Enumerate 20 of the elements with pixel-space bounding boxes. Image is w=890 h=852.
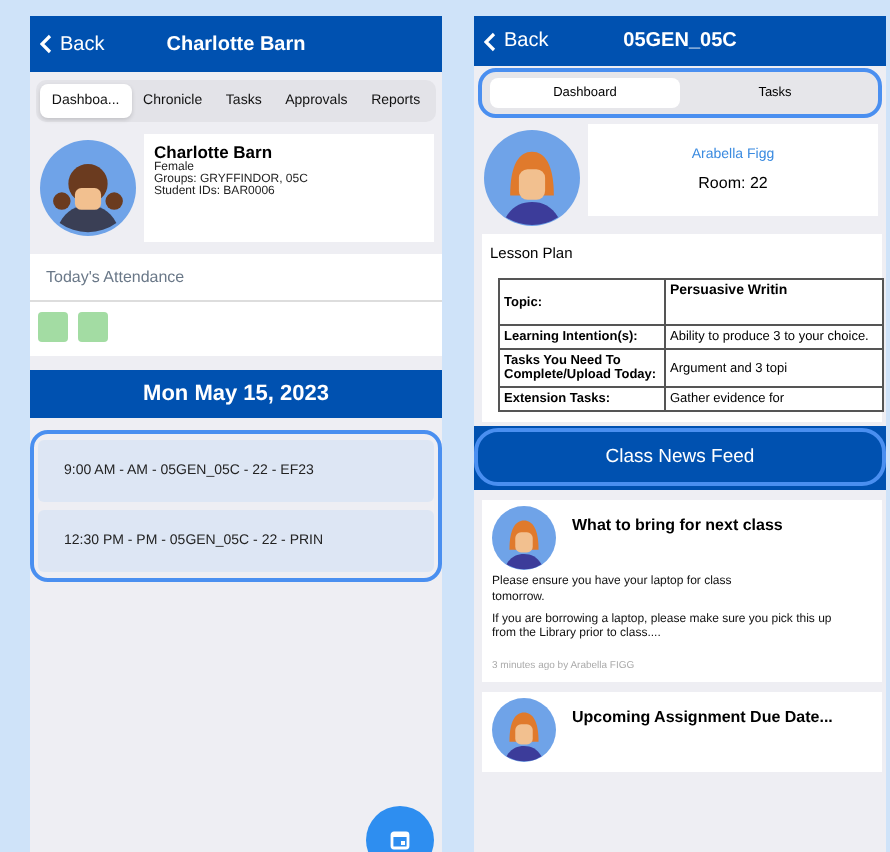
- post-title: Upcoming Assignment Due Date...: [572, 708, 833, 727]
- date-bar: Mon May 15, 2023: [30, 370, 442, 418]
- news-post-card[interactable]: [482, 500, 882, 683]
- room-text: Room: 22: [698, 174, 768, 192]
- calendar-icon: [390, 830, 410, 850]
- avatar-icon: [492, 698, 556, 763]
- student-name: Charlotte Barn: [154, 142, 275, 162]
- chevron-left-icon: [484, 31, 496, 51]
- news-post-card[interactable]: Upcoming Assignment Due Date...: [482, 692, 882, 773]
- screen-title: Charlotte Barn: [166, 33, 306, 55]
- chevron-left-icon: [40, 34, 52, 54]
- avatar-icon: [492, 506, 556, 570]
- avatar-icon: [484, 130, 580, 226]
- attendance-heading: Today's Attendance: [30, 254, 442, 302]
- back-button[interactable]: Back: [30, 33, 105, 55]
- post-title: What to bring for next class: [572, 516, 783, 534]
- news-feed-button[interactable]: Class News Feed: [474, 428, 886, 486]
- back-button[interactable]: Back: [474, 30, 549, 52]
- avatar-icon: [40, 140, 136, 236]
- screen-title: 05GEN_05C: [623, 30, 737, 52]
